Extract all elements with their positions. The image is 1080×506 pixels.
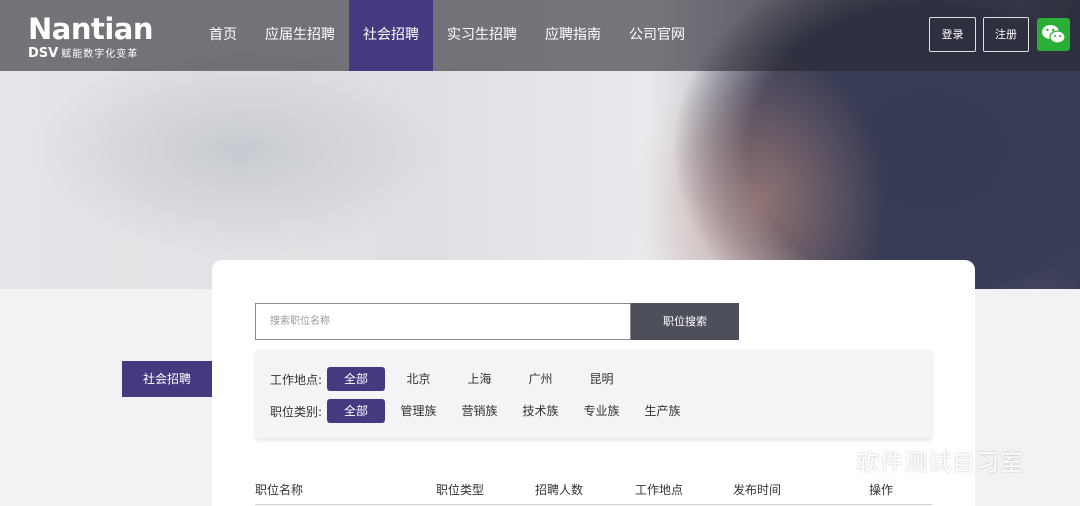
jobs-table-header: 职位名称 职位类型 招聘人数 工作地点 发布时间 操作 <box>255 478 932 505</box>
search-button[interactable]: 职位搜索 <box>631 303 739 340</box>
filter-option-category-management[interactable]: 管理族 <box>388 399 449 423</box>
watermark-text: 软件测试自习室 <box>856 450 1024 476</box>
nav-home[interactable]: 首页 <box>195 0 251 71</box>
logo-sub-mark: DSV <box>28 46 59 61</box>
watermark: 软件测试自习室 <box>812 440 1024 480</box>
main-nav: 首页 应届生招聘 社会招聘 实习生招聘 应聘指南 公司官网 <box>195 0 699 71</box>
column-header-publish-date[interactable]: 发布时间 <box>733 481 781 498</box>
page: Nantian DSV 赋能数字化变革 首页 应届生招聘 社会招聘 实习生招聘 应… <box>0 0 1080 506</box>
nav-campus-recruitment[interactable]: 应届生招聘 <box>251 0 349 71</box>
logo-slogan: 赋能数字化变革 <box>61 49 139 60</box>
filter-option-category-production[interactable]: 生产族 <box>632 399 693 423</box>
register-button[interactable]: 注册 <box>983 17 1029 52</box>
filter-option-category-marketing[interactable]: 营销族 <box>449 399 510 423</box>
filter-option-category-professional[interactable]: 专业族 <box>571 399 632 423</box>
column-header-job-type[interactable]: 职位类型 <box>436 481 484 498</box>
filter-option-location-all[interactable]: 全部 <box>327 367 385 391</box>
column-header-headcount[interactable]: 招聘人数 <box>535 481 583 498</box>
logo-wordmark: Nantian <box>28 12 154 46</box>
filter-option-category-technical[interactable]: 技术族 <box>510 399 571 423</box>
nav-intern-recruitment[interactable]: 实习生招聘 <box>433 0 531 71</box>
nav-company-website[interactable]: 公司官网 <box>615 0 699 71</box>
filter-option-location-beijing[interactable]: 北京 <box>388 367 449 391</box>
filter-option-location-shanghai[interactable]: 上海 <box>449 367 510 391</box>
wechat-icon[interactable] <box>1037 18 1070 51</box>
column-header-location[interactable]: 工作地点 <box>635 481 683 498</box>
nantian-logo[interactable]: Nantian DSV 赋能数字化变革 <box>28 12 178 61</box>
filter-label-location: 工作地点: <box>270 372 323 387</box>
filter-row-category: 职位类别: 全部 管理族 营销族 技术族 专业族 生产族 <box>270 399 693 423</box>
filter-option-location-guangzhou[interactable]: 广州 <box>510 367 571 391</box>
column-header-job-title[interactable]: 职位名称 <box>255 481 303 498</box>
sidebar-item-social-recruitment[interactable]: 社会招聘 <box>122 361 212 397</box>
wechat-watermark-icon <box>815 448 848 473</box>
nav-application-guide[interactable]: 应聘指南 <box>531 0 615 71</box>
filter-panel: 工作地点: 全部 北京 上海 广州 昆明 职位类别: 全部 管理族 营销族 技术… <box>256 350 932 438</box>
filter-label-category: 职位类别: <box>270 404 323 419</box>
top-navbar: Nantian DSV 赋能数字化变革 首页 应届生招聘 社会招聘 实习生招聘 应… <box>0 0 1080 71</box>
logo-subline: DSV 赋能数字化变革 <box>28 45 138 61</box>
search-input[interactable]: 搜索职位名称 <box>255 303 631 340</box>
filter-option-category-all[interactable]: 全部 <box>327 399 385 423</box>
filter-option-location-kunming[interactable]: 昆明 <box>571 367 632 391</box>
nav-social-recruitment[interactable]: 社会招聘 <box>349 0 433 71</box>
filter-row-location: 工作地点: 全部 北京 上海 广州 昆明 <box>270 367 632 391</box>
column-header-actions: 操作 <box>869 483 894 497</box>
login-button[interactable]: 登录 <box>929 17 976 52</box>
